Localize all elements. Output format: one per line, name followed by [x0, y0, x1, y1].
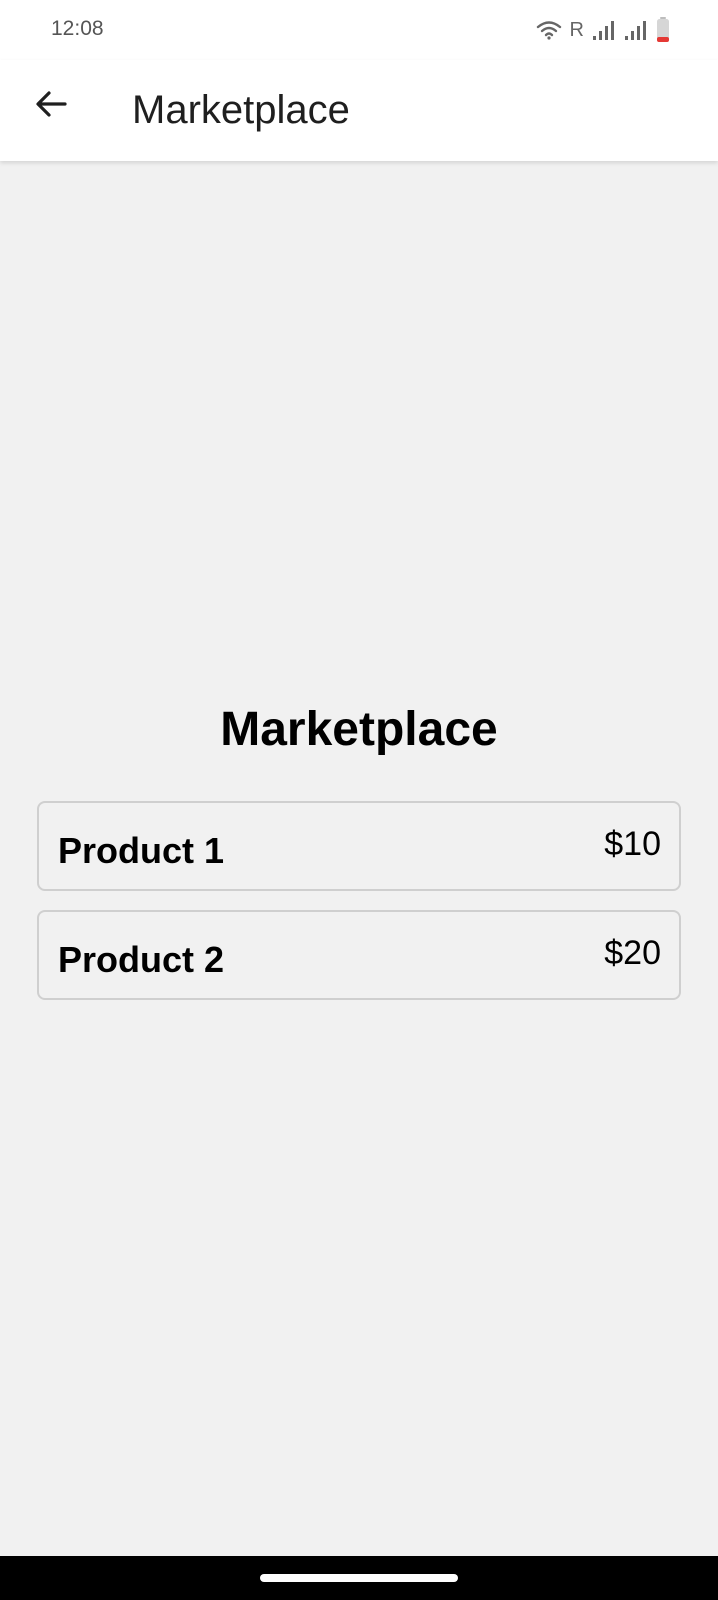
product-card[interactable]: Product 2 $20	[37, 910, 681, 1000]
status-icons: R	[536, 16, 670, 44]
navigation-bar	[0, 1556, 718, 1600]
product-price: $20	[604, 934, 661, 972]
page-title: Marketplace	[220, 703, 498, 756]
status-time: 12:08	[51, 17, 104, 40]
product-name: Product 1	[58, 830, 225, 871]
signal-icon	[592, 19, 616, 41]
back-button[interactable]	[26, 81, 76, 131]
screen: 12:08 R Marketplace Marketplace Product …	[0, 0, 718, 1600]
product-name: Product 2	[58, 939, 225, 980]
appbar-title: Marketplace	[132, 88, 350, 132]
app-bar: Marketplace	[0, 60, 718, 161]
product-price: $10	[604, 825, 661, 863]
arrow-left-icon	[34, 87, 68, 126]
signal-icon	[624, 19, 648, 41]
roaming-indicator: R	[569, 18, 584, 41]
home-indicator[interactable]	[260, 1574, 458, 1582]
battery-low-icon	[656, 17, 670, 43]
product-card[interactable]: Product 1 $10	[37, 801, 681, 891]
wifi-icon	[536, 19, 562, 41]
status-bar: 12:08 R	[0, 0, 718, 60]
